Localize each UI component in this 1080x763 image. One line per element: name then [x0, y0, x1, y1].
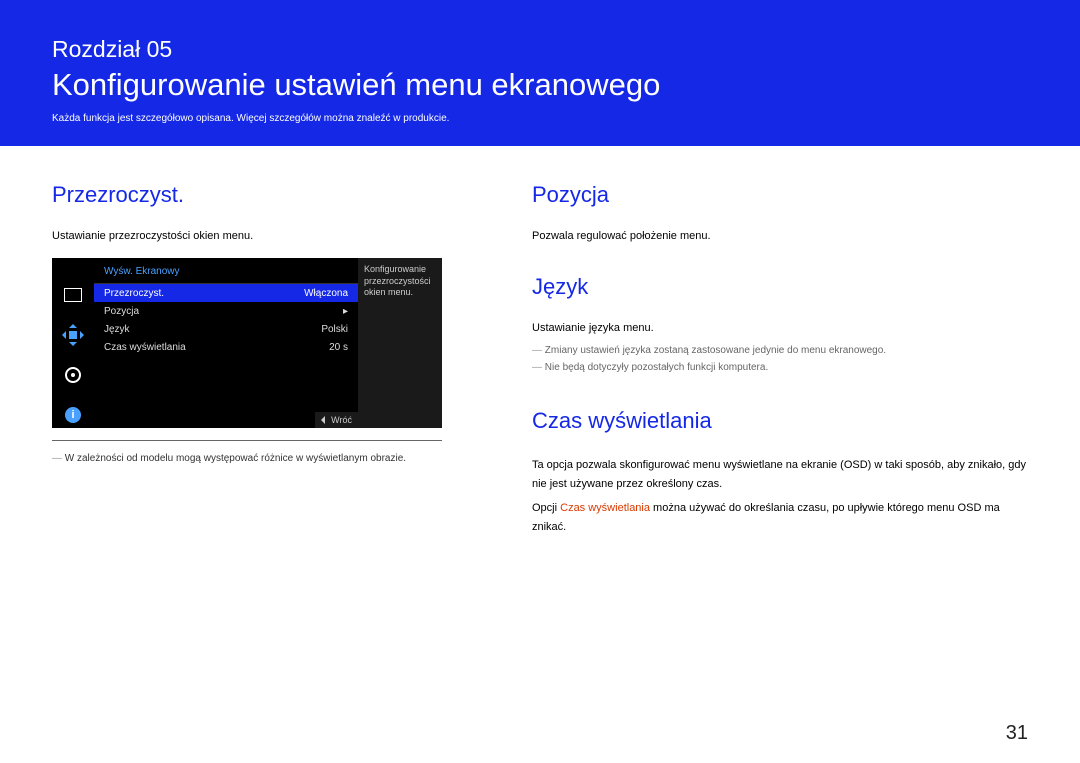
note-list-jezyk: Zmiany ustawień języka zostaną zastosowa… [532, 342, 1028, 376]
section-desc-pozycja: Pozwala regulować położenie menu. [532, 230, 1028, 242]
back-arrow-icon [321, 416, 325, 424]
osd-row-pozycja[interactable]: Pozycja ▸ [94, 302, 358, 320]
section-heading-jezyk: Język [532, 274, 1028, 300]
section-desc-jezyk: Ustawianie języka menu. [532, 322, 1028, 334]
section-pozycja: Pozycja Pozwala regulować położenie menu… [532, 182, 1028, 242]
osd-row-value: ▸ [343, 306, 348, 317]
section-czas: Czas wyświetlania Ta opcja pozwala skonf… [532, 408, 1028, 537]
gear-icon [60, 362, 86, 388]
osd-side-panel: Konfigurowanie przezroczystości okien me… [358, 258, 442, 428]
czas-p2: Opcji Czas wyświetlania można używać do … [532, 499, 1028, 536]
section-desc-przezroczyst: Ustawianie przezroczystości okien menu. [52, 230, 504, 242]
display-icon [60, 282, 86, 308]
right-column: Pozycja Pozwala regulować położenie menu… [532, 182, 1028, 569]
osd-row-label: Przezroczyst. [104, 288, 164, 299]
osd-row-value: 20 s [329, 342, 348, 353]
czas-p2-pre: Opcji [532, 502, 560, 514]
osd-row-label: Język [104, 324, 130, 335]
osd-menu-main: Wyśw. Ekranowy Przezroczyst. Włączona Po… [94, 258, 358, 428]
chapter-label: Rozdział 05 [52, 36, 1028, 63]
info-icon: i [60, 402, 86, 428]
osd-row-value: Polski [321, 324, 348, 335]
osd-footer[interactable]: Wróć [315, 412, 358, 428]
left-column: Przezroczyst. Ustawianie przezroczystośc… [52, 182, 504, 569]
osd-screenshot: i Wyśw. Ekranowy Przezroczyst. Włączona … [52, 258, 442, 428]
page-content: Przezroczyst. Ustawianie przezroczystośc… [0, 146, 1080, 569]
osd-row-przezroczyst[interactable]: Przezroczyst. Włączona [94, 284, 358, 302]
osd-footer-label: Wróć [331, 415, 352, 425]
section-heading-czas: Czas wyświetlania [532, 408, 1028, 434]
page-number: 31 [1006, 722, 1028, 745]
osd-row-jezyk[interactable]: Język Polski [94, 320, 358, 338]
section-heading-przezroczyst: Przezroczyst. [52, 182, 504, 208]
osd-row-value: Włączona [304, 288, 348, 299]
note-item: Nie będą dotyczyły pozostałych funkcji k… [532, 359, 1028, 376]
banner: Rozdział 05 Konfigurowanie ustawień menu… [0, 0, 1080, 146]
divider [52, 440, 442, 441]
osd-row-label: Czas wyświetlania [104, 342, 186, 353]
nav-icon [60, 322, 86, 348]
osd-menu-header: Wyśw. Ekranowy [94, 258, 358, 284]
banner-description: Każda funkcja jest szczegółowo opisana. … [52, 113, 1028, 124]
page-title: Konfigurowanie ustawień menu ekranowego [52, 67, 1028, 103]
osd-row-label: Pozycja [104, 306, 139, 317]
osd-sidebar-icons: i [52, 258, 94, 428]
footnote: W zależności od modelu mogą występować r… [52, 451, 504, 466]
czas-p1: Ta opcja pozwala skonfigurować menu wyśw… [532, 456, 1028, 493]
section-heading-pozycja: Pozycja [532, 182, 1028, 208]
osd-row-czas[interactable]: Czas wyświetlania 20 s [94, 338, 358, 356]
section-jezyk: Język Ustawianie języka menu. Zmiany ust… [532, 274, 1028, 376]
note-item: Zmiany ustawień języka zostaną zastosowa… [532, 342, 1028, 359]
inline-ref-czas: Czas wyświetlania [560, 502, 650, 514]
